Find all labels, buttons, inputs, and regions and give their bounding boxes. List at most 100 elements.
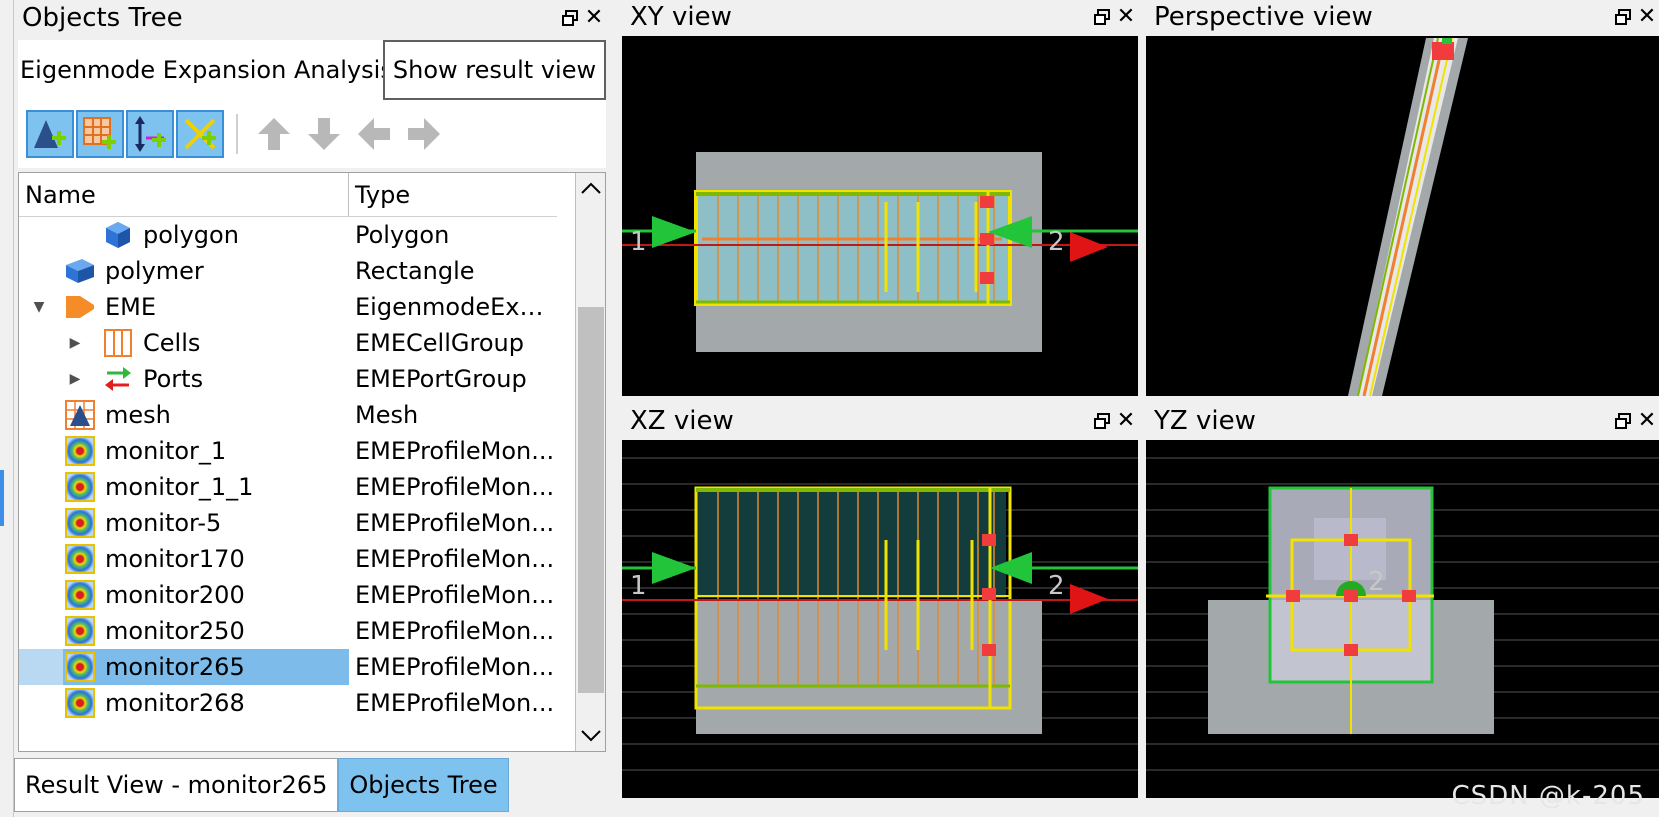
monitor-icon	[65, 652, 95, 682]
port-2-label: 2	[1048, 571, 1065, 601]
close-panel-icon[interactable]: ✕	[1114, 407, 1138, 435]
tree-row-type: EMEProfileMon...	[355, 437, 555, 465]
float-panel-icon[interactable]	[1090, 3, 1114, 31]
arrow-up-icon	[258, 118, 290, 150]
add-mesh-icon	[83, 117, 116, 149]
resize-handle[interactable]	[980, 233, 994, 245]
float-panel-icon[interactable]	[1611, 3, 1635, 31]
move-right-button[interactable]	[400, 110, 448, 158]
tree-header-row: Name Type	[19, 173, 557, 217]
float-panel-icon[interactable]	[1611, 407, 1635, 435]
tree-row-label: monitor-5	[105, 509, 222, 537]
tree-vertical-scrollbar[interactable]	[575, 173, 605, 751]
waveguide-region	[694, 190, 1012, 306]
analysis-mode-row: Eigenmode Expansion Analysis Show result…	[18, 40, 606, 100]
mesh-icon	[63, 398, 97, 432]
tree-row-monitor170[interactable]: monitor170 EMEProfileMon...	[19, 541, 557, 577]
arrow-left-icon	[358, 118, 390, 150]
expand-arrow-icon[interactable]: ▶	[65, 335, 85, 351]
add-port-icon	[135, 116, 166, 152]
column-header-name[interactable]: Name	[19, 173, 349, 216]
tree-row-ports[interactable]: ▶ Ports EMEPortGroup	[19, 361, 557, 397]
perspective-handle[interactable]	[1432, 42, 1454, 60]
yz-view-header: YZ view ✕	[1146, 404, 1659, 438]
resize-handle[interactable]	[982, 588, 996, 600]
resize-handle[interactable]	[1402, 590, 1416, 602]
port-2-label: 2	[1368, 567, 1385, 597]
tree-row-eme[interactable]: ▼ EME EigenmodeExp...	[19, 289, 557, 325]
add-monitor-button[interactable]	[176, 110, 224, 158]
show-result-view-button[interactable]: Show result view	[383, 40, 606, 100]
csdn-watermark: CSDN @k-205	[1451, 781, 1645, 811]
tree-row-mesh[interactable]: mesh Mesh	[19, 397, 557, 433]
perspective-view-canvas[interactable]	[1146, 36, 1659, 396]
scrollbar-thumb[interactable]	[578, 307, 604, 693]
xy-view-panel: XY view ✕ 1 2	[622, 0, 1138, 396]
tree-row-polymer[interactable]: polymer Rectangle	[19, 253, 557, 289]
tree-row-monitor268[interactable]: monitor268 EMEProfileMon...	[19, 685, 557, 721]
close-panel-icon[interactable]: ✕	[1114, 3, 1138, 31]
expand-arrow-icon[interactable]: ▶	[65, 371, 85, 387]
xy-view-title: XY view	[630, 2, 732, 32]
resize-handle[interactable]	[982, 644, 996, 656]
monitor-icon	[65, 580, 95, 610]
tree-row-monitor-1-1[interactable]: monitor_1_1 EMEProfileMon...	[19, 469, 557, 505]
tree-row-type: EMEProfileMon...	[355, 689, 555, 717]
tree-row-monitor-5[interactable]: monitor-5 EMEProfileMon...	[19, 505, 557, 541]
float-panel-icon[interactable]	[558, 4, 582, 32]
scroll-up-icon[interactable]	[576, 173, 606, 203]
collapse-arrow-icon[interactable]: ▼	[23, 299, 55, 315]
resize-handle[interactable]	[1344, 590, 1358, 602]
tree-row-label: Cells	[143, 329, 201, 357]
port-1-arrow-icon[interactable]	[652, 552, 696, 584]
panel-bottom-tabs: Result View - monitor265 Objects Tree	[14, 756, 606, 812]
close-panel-icon[interactable]: ✕	[1635, 3, 1659, 31]
port-1-arrow-icon[interactable]	[652, 216, 696, 248]
tree-row-polygon[interactable]: polygon Polygon	[19, 217, 557, 253]
tree-row-type: EMEProfileMon...	[355, 473, 555, 501]
resize-handle[interactable]	[982, 534, 996, 546]
tree-row-monitor250[interactable]: monitor250 EMEProfileMon...	[19, 613, 557, 649]
tab-objects-tree[interactable]: Objects Tree	[338, 758, 509, 812]
move-down-button[interactable]	[300, 110, 348, 158]
xy-view-canvas[interactable]: 1 2	[622, 36, 1138, 396]
resize-handle[interactable]	[1344, 644, 1358, 656]
close-panel-icon[interactable]: ✕	[1635, 407, 1659, 435]
perspective-view-title: Perspective view	[1154, 2, 1373, 32]
tree-row-monitor-1[interactable]: monitor_1 EMEProfileMon...	[19, 433, 557, 469]
tab-result-view[interactable]: Result View - monitor265	[14, 758, 339, 812]
arrow-down-icon	[308, 118, 340, 150]
port-2-label: 2	[1048, 227, 1065, 257]
yz-view-canvas[interactable]: 2	[1146, 440, 1659, 798]
tree-row-type: Polygon	[355, 221, 450, 249]
add-mesh-button[interactable]	[76, 110, 124, 158]
scroll-down-icon[interactable]	[576, 721, 606, 751]
column-header-type[interactable]: Type	[349, 173, 557, 216]
tree-row-label: monitor170	[105, 545, 245, 573]
move-up-button[interactable]	[250, 110, 298, 158]
resize-handle[interactable]	[980, 272, 994, 284]
resize-handle[interactable]	[1286, 590, 1300, 602]
yz-view-panel: YZ view ✕ 2 CSDN @k-205	[1146, 404, 1659, 817]
objects-tree-panel: Objects Tree ✕ Eigenmode Expansion Analy…	[14, 0, 606, 817]
tree-row-type: EMEProfileMon...	[355, 617, 555, 645]
resize-handle[interactable]	[1344, 534, 1358, 546]
waveguide-core	[696, 488, 1006, 598]
move-left-button[interactable]	[350, 110, 398, 158]
ports-icon	[101, 362, 135, 396]
tree-row-label: monitor265	[105, 653, 245, 681]
add-port-button[interactable]	[126, 110, 174, 158]
tree-row-monitor200[interactable]: monitor200 EMEProfileMon...	[19, 577, 557, 613]
float-panel-icon[interactable]	[1090, 407, 1114, 435]
arrow-right-icon	[408, 118, 440, 150]
add-structure-button[interactable]	[26, 110, 74, 158]
tree-row-label: monitor268	[105, 689, 245, 717]
monitor-icon	[65, 508, 95, 538]
close-panel-icon[interactable]: ✕	[582, 4, 606, 32]
xz-view-canvas[interactable]: 1 2	[622, 440, 1138, 798]
tree-row-monitor265[interactable]: monitor265 EMEProfileMon...	[19, 649, 557, 685]
monitor-icon	[65, 544, 95, 574]
tree-row-cells[interactable]: ▶ Cells EMECellGroup	[19, 325, 557, 361]
resize-handle[interactable]	[980, 196, 994, 208]
tree-row-label: mesh	[105, 401, 171, 429]
